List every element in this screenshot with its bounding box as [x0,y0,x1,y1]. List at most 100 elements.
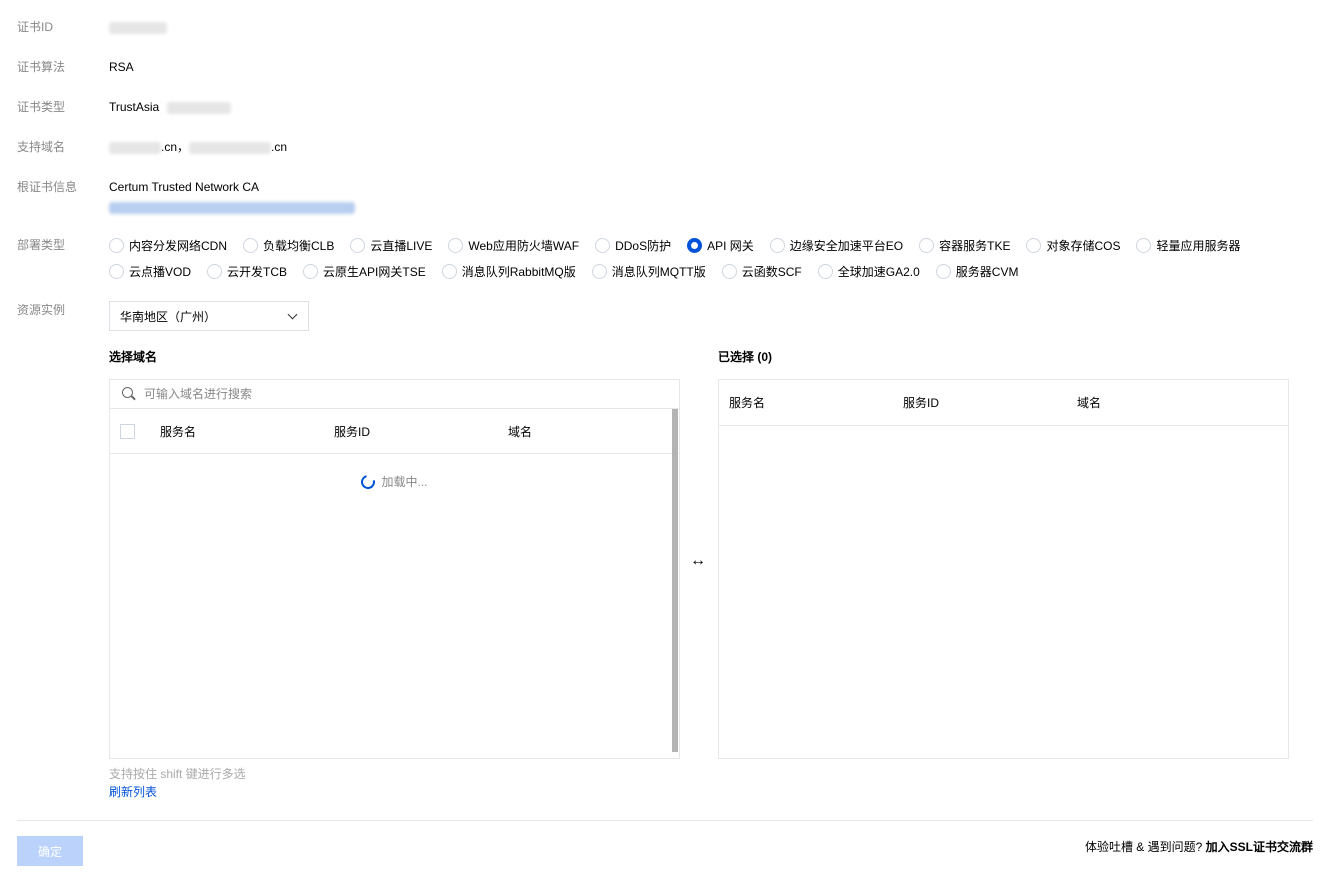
deploy-type-radio[interactable]: 服务器CVM [935,263,1019,280]
deploy-type-label: 边缘安全加速平台EO [789,238,904,253]
deploy-type-radio[interactable]: 全球加速GA2.0 [817,263,920,280]
cert-type-row: 证书类型 TrustAsia [17,98,231,116]
radio-unchecked-icon [441,263,457,279]
redacted-value [109,21,167,34]
deploy-type-label: 消息队列MQTT版 [611,264,706,279]
radio-unchecked-icon [935,263,951,279]
feedback-bar: 体验吐槽 & 遇到问题? 加入SSL证书交流群 [1085,838,1313,855]
resource-row: 资源实例 [17,301,109,319]
domain-suffix: .cn， [161,140,190,154]
refresh-list-link[interactable]: 刷新列表 [109,783,157,800]
spinner-icon [358,471,379,492]
radio-row: 内容分发网络CDN 负载均衡CLB 云直播LIVE Web应用防火墙WAF DDoS防护… [109,236,1299,254]
resource-label: 资源实例 [17,303,66,317]
root-cert-row: 根证书信息 Certum Trusted Network CA [17,178,355,216]
footer-divider [17,820,1313,821]
radio-unchecked-icon [721,263,737,279]
deploy-type-label: 云点播VOD [129,264,192,279]
col-service-id: 服务ID [903,396,940,410]
deploy-type-label: 云直播LIVE [370,238,433,253]
redacted-value [166,101,231,114]
deploy-type-radio[interactable]: 消息队列MQTT版 [591,263,706,280]
deploy-type-radio[interactable]: 负载均衡CLB [243,237,334,254]
deploy-type-label: 对象存储COS [1046,238,1121,253]
cert-type-brand: TrustAsia [109,100,160,114]
deploy-type-label: Web应用防火墙WAF [468,238,580,253]
deploy-type-row: 部署类型 [17,236,109,254]
chevron-down-icon [287,309,298,320]
multi-select-hint: 支持按住 shift 键进行多选 [109,767,246,781]
source-table-header: 服务名 服务ID 域名 [110,409,679,454]
join-group-link[interactable]: 加入SSL证书交流群 [1206,840,1313,854]
radio-unchecked-icon [243,237,258,253]
domain-selected-panel: 服务名 服务ID 域名 [718,379,1289,759]
root-cert-name: Certum Trusted Network CA [109,180,260,194]
deploy-type-radio[interactable]: 对象存储COS [1026,237,1120,254]
domain-source-panel: 服务名 服务ID 域名 加载中... [109,379,680,759]
domain-suffix: .cn [271,140,288,154]
radio-unchecked-icon [769,237,785,253]
root-cert-value: Certum Trusted Network CA [109,178,355,216]
deploy-type-label: 服务器CVM [955,264,1019,279]
loading-text: 加载中... [381,475,428,489]
cert-id-value [109,18,167,36]
deploy-type-label: 消息队列RabbitMQ版 [461,264,576,279]
radio-unchecked-icon [1026,237,1042,253]
radio-unchecked-icon [817,263,833,279]
cert-algo-row: 证书算法 RSA [17,58,134,76]
deploy-type-radio[interactable]: 边缘安全加速平台EO [769,237,904,254]
deploy-type-radio[interactable]: 云点播VOD [109,263,191,280]
col-domain: 域名 [508,424,533,439]
cert-type-label: 证书类型 [17,100,66,114]
deploy-type-radio[interactable]: 云原生API网关TSE [303,263,426,280]
deploy-type-radio[interactable]: 消息队列RabbitMQ版 [441,263,576,280]
col-domain: 域名 [1077,396,1102,410]
deploy-type-label: 云函数SCF [741,264,802,279]
region-select-value: 华南地区（广州） [120,309,217,324]
deploy-type-radio[interactable]: API 网关 [687,237,754,254]
deploy-type-label: 云开发TCB [227,264,288,279]
cert-id-row: 证书ID [17,18,167,36]
cert-domains-label: 支持域名 [17,140,66,154]
deploy-type-radio[interactable]: 内容分发网络CDN [109,237,227,254]
confirm-button[interactable]: 确定 [17,836,83,866]
deploy-type-radio[interactable]: DDoS防护 [595,237,671,254]
deploy-type-label: 轻量应用服务器 [1156,238,1241,253]
deploy-type-label: 内容分发网络CDN [129,238,227,253]
cert-domains-row: 支持域名 .cn， .cn [17,138,287,156]
select-domain-title: 选择域名 [109,350,158,364]
deploy-type-label: API 网关 [707,238,754,253]
radio-unchecked-icon [591,263,607,279]
radio-unchecked-icon [595,237,611,253]
root-cert-label: 根证书信息 [17,180,78,194]
cert-domains-value: .cn， .cn [109,138,287,156]
radio-unchecked-icon [1136,237,1152,253]
deploy-type-label: 全球加速GA2.0 [837,264,920,279]
radio-checked-icon [687,237,703,253]
deploy-type-radio[interactable]: Web应用防火墙WAF [448,237,579,254]
deploy-type-radio[interactable]: 轻量应用服务器 [1136,237,1241,254]
deploy-type-radio-group: 内容分发网络CDN 负载均衡CLB 云直播LIVE Web应用防火墙WAF DDoS防护… [109,236,1299,288]
col-service-id: 服务ID [334,424,371,439]
deploy-type-label: 云原生API网关TSE [323,264,426,279]
select-all-checkbox[interactable] [120,423,135,439]
radio-unchecked-icon [109,263,124,279]
domain-search-input[interactable] [144,387,544,401]
scrollbar[interactable] [672,409,678,752]
redacted-domain [109,141,161,154]
cert-algo-value: RSA [109,60,134,74]
deploy-type-radio[interactable]: 容器服务TKE [919,237,1010,254]
redacted-link[interactable] [109,201,355,214]
cert-type-value: TrustAsia [109,98,231,116]
deploy-type-radio[interactable]: 云开发TCB [207,263,287,280]
col-service-name: 服务名 [160,424,197,439]
region-select[interactable]: 华南地区（广州） [109,301,309,331]
selected-table-header: 服务名 服务ID 域名 [719,380,1288,426]
radio-unchecked-icon [207,263,223,279]
deploy-type-radio[interactable]: 云直播LIVE [350,237,432,254]
radio-unchecked-icon [303,263,319,279]
deploy-type-radio[interactable]: 云函数SCF [721,263,802,280]
cert-algo-label: 证书算法 [17,60,66,74]
transfer-icon: ↔ [690,552,706,569]
loading-indicator: 加载中... [110,471,679,492]
